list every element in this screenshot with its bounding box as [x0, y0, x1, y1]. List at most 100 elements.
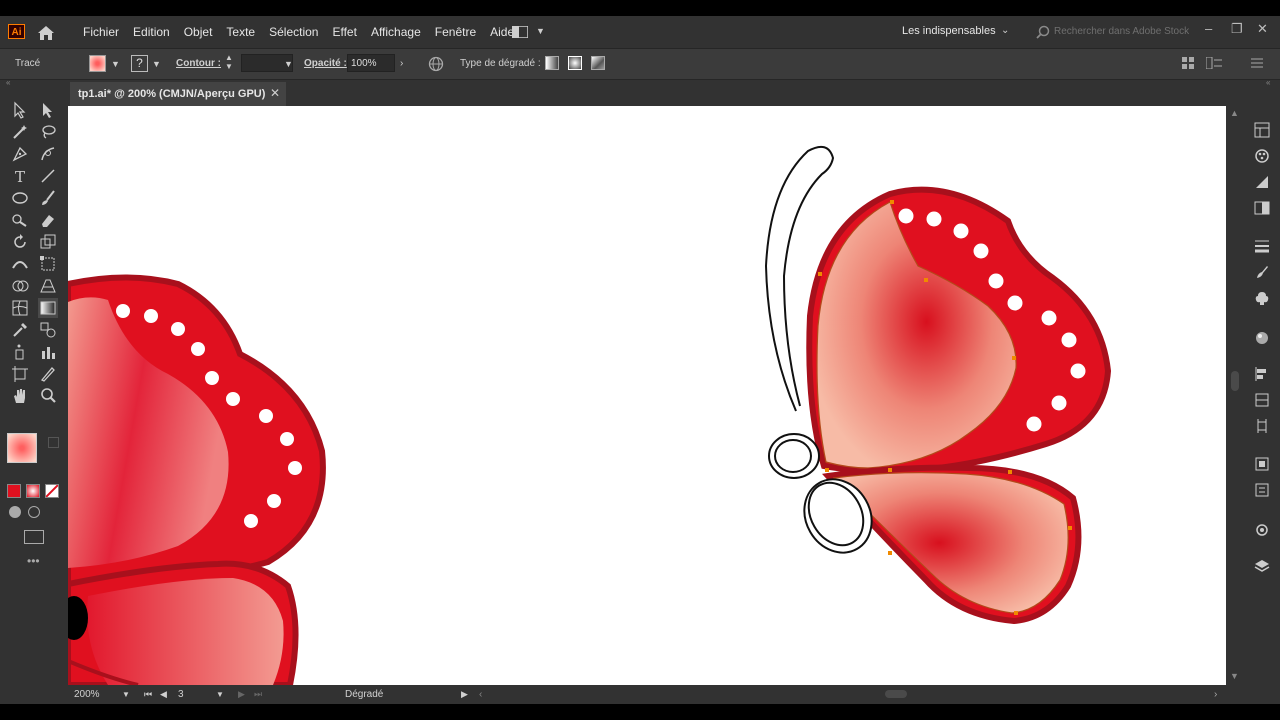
zoom-level[interactable]: 200%	[74, 689, 100, 700]
close-icon[interactable]: ✕	[1257, 21, 1268, 37]
menu-texte[interactable]: Texte	[219, 25, 262, 39]
artboard-canvas[interactable]	[68, 106, 1226, 685]
menu-selection[interactable]: Sélection	[262, 25, 325, 39]
stroke-swatch[interactable]: ?	[131, 55, 148, 72]
stock-search[interactable]: Rechercher dans Adobe Stock	[1032, 22, 1192, 42]
minimize-icon[interactable]: –	[1205, 21, 1212, 36]
scroll-left-icon[interactable]: ‹	[479, 689, 482, 700]
stroke-stepper-icon[interactable]: ▲ ▼	[225, 53, 233, 71]
layers-icon[interactable]	[1254, 558, 1270, 574]
pen-tool-icon[interactable]	[10, 144, 30, 164]
opacity-field[interactable]: 100%	[347, 54, 395, 72]
chevron-down-icon[interactable]: ▼	[216, 690, 224, 699]
scroll-down-icon[interactable]: ▼	[1230, 671, 1239, 681]
draw-mode-icon[interactable]	[9, 506, 21, 518]
none-mode-button[interactable]	[45, 484, 59, 498]
libraries-icon[interactable]	[1254, 456, 1270, 472]
eyedropper-tool-icon[interactable]	[10, 320, 30, 340]
mesh-tool-icon[interactable]	[10, 298, 30, 318]
draw-behind-icon[interactable]	[28, 506, 40, 518]
fill-swatch[interactable]	[89, 55, 106, 72]
gradient-mode-button[interactable]	[26, 484, 40, 498]
magic-wand-tool-icon[interactable]	[10, 122, 30, 142]
curvature-tool-icon[interactable]	[38, 144, 58, 164]
artboard-number[interactable]: 3	[178, 689, 184, 700]
scroll-up-icon[interactable]: ▲	[1230, 108, 1239, 118]
document-tab[interactable]: tp1.ai* @ 200% (CMJN/Aperçu GPU) ✕	[70, 82, 286, 106]
color-guide-icon[interactable]	[1254, 174, 1270, 190]
menu-fenetre[interactable]: Fenêtre	[428, 25, 483, 39]
stroke-panel-icon[interactable]	[1254, 238, 1270, 254]
chevron-down-icon[interactable]: ▼	[536, 26, 545, 36]
horizontal-scroll-thumb[interactable]	[885, 690, 907, 698]
transform-panel-icon[interactable]	[1254, 392, 1270, 408]
freeform-gradient-button[interactable]	[591, 56, 605, 70]
previous-artboard-icon[interactable]: ◀	[160, 689, 167, 700]
brushes-icon[interactable]	[1254, 264, 1270, 280]
search-input[interactable]: Rechercher dans Adobe Stock	[1054, 26, 1189, 37]
gradient-tool-icon[interactable]	[38, 298, 58, 318]
color-icon[interactable]	[1254, 148, 1270, 164]
free-transform-tool-icon[interactable]	[38, 254, 58, 274]
align-icon[interactable]	[1182, 57, 1194, 69]
collapse-panels-icon[interactable]: «	[1266, 78, 1270, 88]
symbols-icon[interactable]	[1254, 290, 1270, 306]
rotate-tool-icon[interactable]	[10, 232, 30, 252]
workspace-icon[interactable]	[512, 26, 528, 38]
panel-menu-icon[interactable]	[1251, 58, 1263, 68]
radial-gradient-button[interactable]	[568, 56, 582, 70]
width-tool-icon[interactable]	[10, 254, 30, 274]
artboard-tool-icon[interactable]	[10, 364, 30, 384]
zoom-tool-icon[interactable]	[38, 386, 58, 406]
screen-mode-icon[interactable]	[24, 530, 44, 544]
more-tools-icon[interactable]: •••	[27, 554, 40, 568]
symbol-sprayer-tool-icon[interactable]	[10, 342, 30, 362]
paintbrush-tool-icon[interactable]	[38, 188, 58, 208]
menu-objet[interactable]: Objet	[177, 25, 220, 39]
image-trace-icon[interactable]	[1254, 522, 1270, 538]
slice-tool-icon[interactable]	[38, 364, 58, 384]
opacity-label[interactable]: Opacité :	[304, 58, 347, 69]
workspace-name[interactable]: Les indispensables	[902, 25, 996, 37]
status-menu-icon[interactable]: ▶	[461, 689, 468, 700]
scale-tool-icon[interactable]	[38, 232, 58, 252]
selection-tool-icon[interactable]	[10, 100, 30, 120]
type-tool-icon[interactable]: T	[10, 166, 30, 186]
line-tool-icon[interactable]	[38, 166, 58, 186]
appearance-icon[interactable]	[1254, 330, 1270, 346]
globe-icon[interactable]	[428, 56, 444, 72]
pathfinder-icon[interactable]	[1254, 418, 1270, 434]
last-artboard-icon[interactable]: ⏭	[254, 689, 262, 700]
chevron-down-icon[interactable]: ▼	[122, 690, 130, 699]
perspective-grid-tool-icon[interactable]	[38, 276, 58, 296]
hand-tool-icon[interactable]	[10, 386, 30, 406]
linear-gradient-button[interactable]	[545, 56, 559, 70]
ellipse-tool-icon[interactable]	[10, 188, 30, 208]
transform-icon[interactable]	[1206, 57, 1222, 69]
chevron-down-icon[interactable]: ▼	[111, 59, 120, 69]
chevron-down-icon[interactable]: ▼	[284, 59, 293, 69]
next-artboard-icon[interactable]: ▶	[238, 689, 245, 700]
first-artboard-icon[interactable]: ⏮	[144, 689, 152, 700]
shaper-tool-icon[interactable]	[10, 210, 30, 230]
menu-edition[interactable]: Edition	[126, 25, 177, 39]
blend-tool-icon[interactable]	[38, 320, 58, 340]
scroll-right-icon[interactable]: ›	[1214, 689, 1217, 700]
direct-selection-tool-icon[interactable]	[38, 100, 58, 120]
home-icon[interactable]	[37, 25, 55, 41]
chevron-right-icon[interactable]: ›	[400, 58, 403, 69]
properties-icon[interactable]	[1254, 122, 1270, 138]
stroke-label[interactable]: Contour :	[176, 58, 221, 69]
menu-affichage[interactable]: Affichage	[364, 25, 428, 39]
scroll-thumb[interactable]	[1231, 371, 1239, 391]
fill-color-swatch[interactable]	[7, 433, 37, 463]
gradient-panel-icon[interactable]	[1254, 200, 1270, 216]
chevron-down-icon[interactable]: ⌄	[1001, 25, 1009, 36]
vertical-scrollbar[interactable]: ▲ ▼	[1226, 106, 1244, 685]
restore-icon[interactable]: ❐	[1231, 21, 1243, 37]
color-mode-button[interactable]	[7, 484, 21, 498]
menu-fichier[interactable]: Fichier	[76, 25, 126, 39]
close-icon[interactable]: ✕	[270, 86, 280, 100]
graph-tool-icon[interactable]	[38, 342, 58, 362]
collapse-tools-icon[interactable]: «	[6, 78, 10, 88]
